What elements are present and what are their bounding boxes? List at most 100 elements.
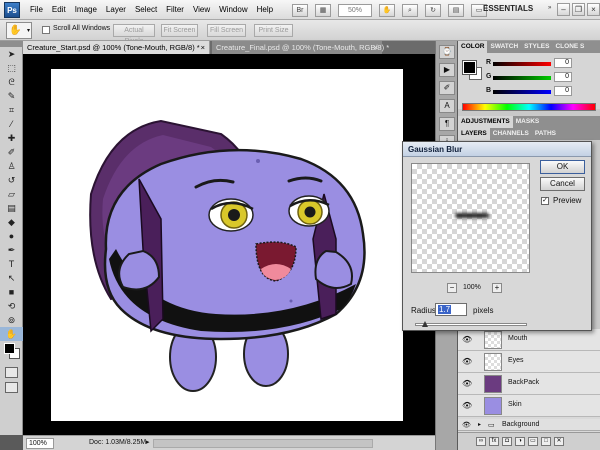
cancel-button[interactable]: Cancel (540, 177, 585, 191)
new-group-icon[interactable]: ▭ (528, 437, 538, 446)
crop-tool-icon[interactable]: ⌗ (0, 103, 23, 117)
quick-selection-tool-icon[interactable]: ✎ (0, 89, 23, 103)
brushes-panel-icon[interactable]: ✐ (439, 81, 455, 95)
visibility-eye-icon[interactable]: 👁 (462, 335, 472, 344)
print-size-button[interactable]: Print Size (254, 24, 293, 37)
zoom-in-button[interactable]: + (492, 283, 502, 293)
tab-swatch[interactable]: SWATCH (487, 41, 521, 53)
character-panel-icon[interactable]: A (439, 99, 455, 113)
layer-row-backpack[interactable]: 👁 BackPack (458, 373, 600, 395)
visibility-eye-icon[interactable]: 👁 (462, 357, 472, 366)
preview-checkbox[interactable]: ✓ (541, 197, 549, 205)
document-canvas[interactable] (51, 69, 403, 421)
link-layers-icon[interactable]: ∞ (476, 437, 486, 446)
scroll-all-windows-checkbox[interactable] (42, 26, 50, 34)
red-slider[interactable] (493, 62, 551, 66)
blue-slider[interactable] (493, 90, 551, 94)
green-slider[interactable] (493, 76, 551, 80)
delete-layer-icon[interactable]: ✕ (554, 437, 564, 446)
radius-slider-track[interactable] (415, 323, 527, 326)
close-icon[interactable]: × (587, 3, 600, 16)
move-tool-icon[interactable]: ➤ (0, 47, 23, 61)
gradient-tool-icon[interactable]: ▤ (0, 201, 23, 215)
tab-color[interactable]: COLOR (458, 41, 488, 53)
shape-tool-icon[interactable]: ■ (0, 285, 23, 299)
history-panel-icon[interactable]: ⌚ (439, 45, 455, 59)
new-layer-icon[interactable]: □ (541, 437, 551, 446)
pen-tool-icon[interactable]: ✒ (0, 243, 23, 257)
menu-window[interactable]: Window (216, 0, 253, 20)
color-spectrum-bar[interactable] (462, 103, 596, 111)
canvas-area[interactable] (23, 54, 435, 435)
eyedropper-tool-icon[interactable]: ⁄ (0, 117, 23, 131)
radius-slider-thumb[interactable] (422, 321, 428, 327)
visibility-eye-icon[interactable]: 👁 (462, 401, 472, 410)
type-tool-icon[interactable]: T (0, 257, 23, 271)
actions-panel-icon[interactable]: ▶ (439, 63, 455, 77)
add-mask-icon[interactable]: ◘ (502, 437, 512, 446)
visibility-eye-icon[interactable]: 👁 (462, 421, 471, 429)
paragraph-panel-icon[interactable]: ¶ (439, 117, 455, 131)
hand-tool-icon[interactable]: ✋ (379, 3, 395, 17)
tab-creature-final[interactable]: Creature_Final.psd @ 100% (Tone-Mouth, R… (212, 41, 389, 54)
status-menu-arrow-icon[interactable]: ▸ (146, 438, 150, 446)
workspace-menu-icon[interactable]: » (548, 5, 551, 11)
tab-channels[interactable]: CHANNELS (490, 128, 532, 140)
ok-button[interactable]: OK (540, 160, 585, 174)
actual-pixels-button[interactable]: Actual Pixels (113, 24, 155, 45)
menu-help[interactable]: Help (254, 0, 279, 20)
3d-rotate-tool-icon[interactable]: ⟲ (0, 299, 23, 313)
history-brush-tool-icon[interactable]: ↺ (0, 173, 23, 187)
restore-icon[interactable]: ❐ (572, 3, 585, 16)
tab-adjustments[interactable]: ADJUSTMENTS (458, 116, 513, 128)
workspace-switcher[interactable]: ESSENTIALS (483, 4, 533, 13)
dodge-tool-icon[interactable]: ● (0, 229, 23, 243)
quick-mask-icon[interactable] (5, 367, 18, 378)
tab-creature-start[interactable]: Creature_Start.psd @ 100% (Tone-Mouth, R… (23, 41, 210, 54)
foreground-color-swatch[interactable] (4, 343, 15, 354)
minimize-icon[interactable]: – (557, 3, 570, 16)
menu-filter[interactable]: Filter (163, 0, 190, 20)
zoom-tool-icon[interactable]: ⌕ (402, 3, 418, 17)
green-value-field[interactable]: 0 (554, 72, 572, 82)
tab-masks[interactable]: MASKS (513, 116, 542, 128)
close-icon[interactable]: × (374, 41, 378, 54)
red-value-field[interactable]: 0 (554, 58, 572, 68)
hand-tool-icon[interactable]: ✋ (0, 327, 23, 341)
tab-paths[interactable]: PATHS (532, 128, 559, 140)
bridge-icon[interactable]: Br (292, 3, 308, 17)
layer-style-icon[interactable]: fx (489, 437, 499, 446)
menu-view[interactable]: View (190, 0, 216, 20)
layer-row-skin[interactable]: 👁 Skin (458, 395, 600, 417)
3d-orbit-tool-icon[interactable]: ⊚ (0, 313, 23, 327)
screen-mode-toggle-icon[interactable] (5, 382, 18, 393)
marquee-tool-icon[interactable]: ⬚ (0, 61, 23, 75)
horizontal-scrollbar[interactable] (153, 439, 373, 448)
view-extras-icon[interactable]: ▦ (315, 3, 331, 17)
path-selection-tool-icon[interactable]: ↖ (0, 271, 23, 285)
brush-tool-icon[interactable]: ✐ (0, 145, 23, 159)
healing-brush-tool-icon[interactable]: ✚ (0, 131, 23, 145)
visibility-eye-icon[interactable]: 👁 (462, 379, 472, 388)
blur-tool-icon[interactable]: ◆ (0, 215, 23, 229)
expand-triangle-icon[interactable]: ▸ (478, 421, 481, 428)
adjustment-layer-icon[interactable]: ◑ (515, 437, 525, 446)
foreground-color-chip[interactable] (462, 60, 477, 75)
tool-preset-picker[interactable]: ✋ ▾ (6, 22, 32, 39)
menu-file[interactable]: File (27, 0, 49, 20)
blue-value-field[interactable]: 0 (554, 86, 572, 96)
tab-styles[interactable]: STYLES (521, 41, 552, 53)
dialog-title[interactable]: Gaussian Blur (403, 142, 591, 157)
fill-screen-button[interactable]: Fill Screen (207, 24, 246, 37)
layer-row-eyes[interactable]: 👁 Eyes (458, 351, 600, 373)
arrange-documents-icon[interactable]: ▤ (448, 3, 464, 17)
rotate-view-icon[interactable]: ↻ (425, 3, 441, 17)
menu-layer[interactable]: Layer (103, 0, 132, 20)
zoom-level-field[interactable]: 50% (338, 3, 372, 17)
menu-image[interactable]: Image (72, 0, 103, 20)
layer-group-background[interactable]: 👁 ▸ ▭ Background (458, 419, 600, 431)
zoom-out-button[interactable]: − (447, 283, 457, 293)
menu-edit[interactable]: Edit (49, 0, 72, 20)
eraser-tool-icon[interactable]: ▱ (0, 187, 23, 201)
clone-stamp-tool-icon[interactable]: ♙ (0, 159, 23, 173)
